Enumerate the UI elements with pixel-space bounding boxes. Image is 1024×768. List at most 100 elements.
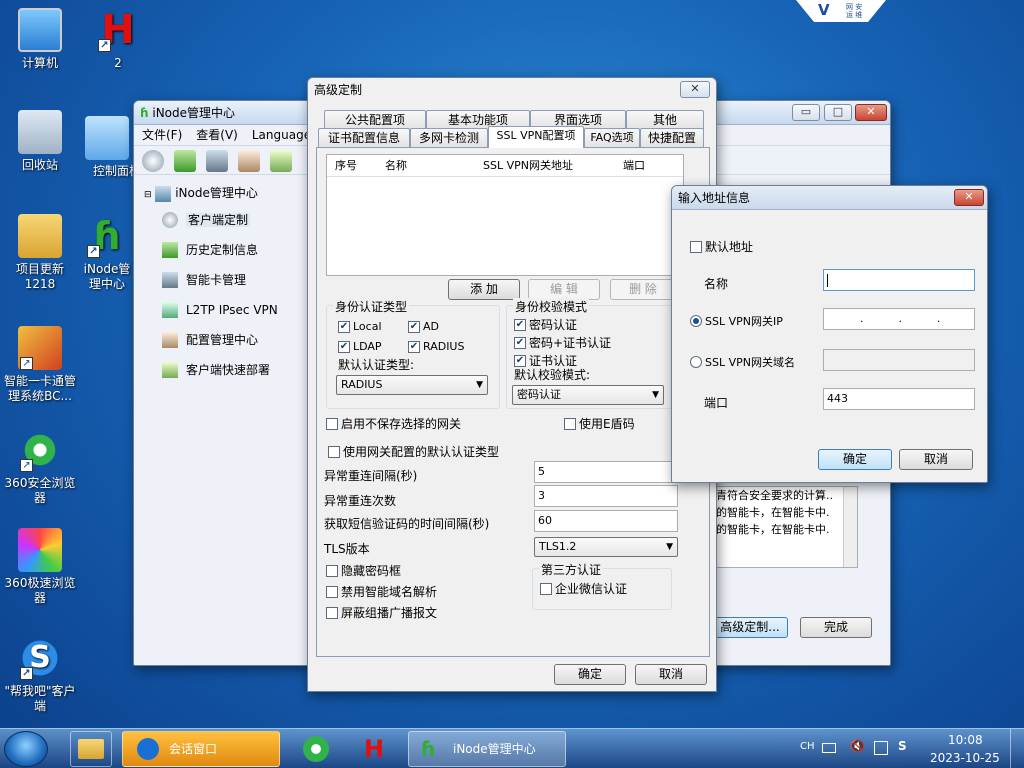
toolbar-deploy-icon[interactable] [270,150,292,172]
verify-password-cert-checkbox[interactable]: ✔ 密码+证书认证 [514,334,611,351]
block-multicast-checkbox[interactable]: 屏蔽组播广播报文 [326,604,437,621]
maximize-button[interactable]: □ [824,104,852,121]
reconnect-interval-input[interactable]: 5 [534,461,678,483]
tab-public-config[interactable]: 公共配置项 [324,110,426,130]
gateway-ip-radio[interactable]: SSL VPN网关IP [690,313,783,329]
chevron-down-icon: ▼ [666,542,673,552]
desktop-icon-inode[interactable]: ɦ ↗ iNode管理中心 [80,214,134,292]
language-indicator[interactable]: CH [800,741,815,752]
desktop-icon-360-browser[interactable]: ↗ 360安全浏览器 [2,428,78,506]
tree-item-deploy[interactable]: 客户端快速部署 [144,355,314,385]
gateway-ip-input[interactable]: . . . [823,308,975,330]
start-button[interactable] [4,731,48,767]
default-verify-select[interactable]: 密码认证 ▼ [512,385,664,405]
help-me-tray-icon[interactable]: S [898,739,907,753]
tab-faq[interactable]: FAQ选项 [584,128,640,148]
toolbar-client-icon[interactable] [142,150,164,172]
desktop-icon-help-me[interactable]: S ↗ "帮我吧"客户端 [2,636,78,714]
taskbar-explorer[interactable] [70,731,112,767]
toolbar-refresh-icon[interactable] [174,150,196,172]
ok-button[interactable]: 确定 [554,664,626,685]
add-button[interactable]: 添 加 [448,279,520,300]
list-scrollbar[interactable] [843,487,857,567]
chevron-down-icon: ▼ [476,380,483,390]
auth-ad-checkbox[interactable]: ✔ AD [408,320,439,333]
desktop-icon-control-panel[interactable]: 控制面板 [80,116,134,179]
gateway-domain-radio[interactable]: SSL VPN网关域名 [690,354,795,370]
tab-other[interactable]: 其他 [626,110,704,130]
taskbar-h-app[interactable]: H [352,731,396,767]
clock-time[interactable]: 10:08 [948,733,983,747]
taskbar-chat-window[interactable]: 会话窗口 [122,731,280,767]
close-button[interactable]: ✕ [680,81,710,98]
tab-ssl-vpn[interactable]: SSL VPN配置项 [488,126,584,148]
badge-v-icon: V [818,1,830,19]
cancel-button[interactable]: 取消 [899,449,973,470]
gateway-domain-input[interactable] [823,349,975,371]
sms-interval-input[interactable]: 60 [534,510,678,532]
name-input[interactable] [823,269,975,291]
port-input[interactable]: 443 [823,388,975,410]
desktop-icon-recycle-bin[interactable]: 回收站 [2,110,78,173]
tab-multi-nic[interactable]: 多网卡检测 [410,128,488,148]
auth-local-checkbox[interactable]: ✔ Local [338,320,382,333]
show-desktop-button[interactable] [1010,729,1024,768]
network-icon[interactable] [874,741,888,755]
desktop-icon-computer[interactable]: 计算机 [2,8,78,71]
inode-description-list: 青符合安全要求的计算.. 的智能卡，在智能卡中. 的智能卡，在智能卡中. [712,486,858,568]
default-address-checkbox[interactable]: 默认地址 [690,238,753,255]
desktop-icon-project-update[interactable]: 项目更新 1218 [2,214,78,292]
menu-view[interactable]: 查看(V) [196,125,238,145]
edit-button[interactable]: 编 辑 [528,279,600,300]
tree-item-client-custom[interactable]: 客户端定制 [144,205,314,235]
tree-item-l2tp[interactable]: L2TP IPsec VPN [144,295,314,325]
reconnect-count-label: 异常重连次数 [324,494,397,508]
wechat-auth-checkbox[interactable]: 企业微信认证 [540,580,627,597]
auth-ldap-checkbox[interactable]: ✔ LDAP [338,340,382,353]
use-gateway-default-checkbox[interactable]: 使用网关配置的默认认证类型 [328,443,499,460]
tree-item-smartcard[interactable]: 智能卡管理 [144,265,314,295]
toolbar-config-icon[interactable] [238,150,260,172]
desktop-icon-360-speed[interactable]: 360极速浏览器 [2,528,78,606]
ok-button[interactable]: 确定 [818,449,892,470]
desktop-icon-2[interactable]: H ↗ 2 [80,8,156,71]
col-index[interactable]: 序号 [335,155,357,177]
tls-label: TLS版本 [324,542,370,556]
tree-item-config-center[interactable]: 配置管理中心 [144,325,314,355]
delete-button[interactable]: 删 除 [610,279,676,300]
minimize-button[interactable]: ▭ [792,104,820,121]
col-port[interactable]: 端口 [623,155,645,177]
use-e-code-checkbox[interactable]: 使用E盾码 [564,415,635,432]
keyboard-icon[interactable] [822,743,836,753]
verify-password-checkbox[interactable]: ✔ 密码认证 [514,316,577,333]
tls-select[interactable]: TLS1.2 ▼ [534,537,678,557]
taskbar-360[interactable] [296,731,336,767]
disable-smart-dns-checkbox[interactable]: 禁用智能域名解析 [326,583,437,600]
menu-file[interactable]: 文件(F) [142,125,182,145]
auth-radius-checkbox[interactable]: ✔ RADIUS [408,340,464,353]
toolbar-smartcard-icon[interactable] [206,150,228,172]
advanced-custom-button[interactable]: 高级定制... [712,617,788,638]
tree-item-history[interactable]: 历史定制信息 [144,235,314,265]
tree-root[interactable]: ⊟ iNode管理中心 [144,181,314,205]
col-name[interactable]: 名称 [385,155,407,177]
text-cursor [827,273,828,287]
clock-date[interactable]: 2023-10-25 [930,751,1000,765]
taskbar-inode[interactable]: ɦ iNode管理中心 [408,731,566,767]
col-gateway[interactable]: SSL VPN网关地址 [483,155,573,177]
shortcut-arrow-icon: ↗ [20,357,33,370]
no-save-gateway-checkbox[interactable]: 启用不保存选择的网关 [326,415,461,432]
hide-password-checkbox[interactable]: 隐藏密码框 [326,562,401,579]
cancel-button[interactable]: 取消 [635,664,707,685]
tab-quick-config[interactable]: 快捷配置 [640,128,704,148]
volume-muted-icon[interactable]: 🔇 [850,739,865,753]
list-item: 青符合安全要求的计算.. [716,489,833,502]
finish-button[interactable]: 完成 [800,617,872,638]
menu-language[interactable]: Language [252,125,311,145]
tab-cert-config[interactable]: 证书配置信息 [318,128,410,148]
close-button[interactable]: ✕ [855,104,887,121]
reconnect-count-input[interactable]: 3 [534,485,678,507]
default-auth-select[interactable]: RADIUS ▼ [336,375,488,395]
desktop-icon-smartcard[interactable]: ↗ 智能一卡通管理系统BC... [2,326,78,404]
close-button[interactable]: ✕ [954,189,984,206]
